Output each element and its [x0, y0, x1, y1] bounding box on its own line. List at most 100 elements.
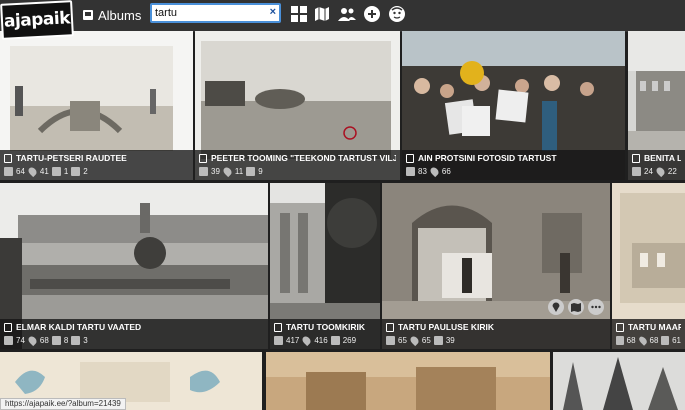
search-box: ×: [150, 3, 281, 23]
albums-dropdown-button[interactable]: Albums ▼: [82, 4, 159, 26]
search-input[interactable]: [155, 5, 263, 21]
location-pin-icon: [637, 335, 648, 346]
album-title: TARTU TOOMKIRIK: [286, 322, 366, 332]
albums-count: 8: [63, 336, 69, 345]
map-icon: [571, 303, 581, 312]
rephotos-icon: [661, 336, 670, 345]
albums-icon: [51, 167, 61, 176]
photos-icon: [199, 167, 208, 176]
album-tile-peeter-tooming[interactable]: PEETER TOOMING "TEEKOND TARTUST VILJAN… …: [195, 31, 400, 180]
users-icon: [338, 8, 356, 21]
avatar-icon: [389, 6, 405, 22]
users-button[interactable]: [338, 5, 356, 23]
album-photo: [266, 352, 550, 410]
album-icon: [616, 322, 624, 332]
top-navigation-bar: Albums ▼ ×: [0, 0, 685, 32]
album-icon: [4, 153, 12, 163]
locations-count: 416: [314, 336, 328, 345]
photos-icon: [274, 336, 283, 345]
album-title: BENITA LA…: [644, 153, 681, 163]
album-tile-sepia-town[interactable]: [266, 352, 550, 410]
geotag-button[interactable]: [548, 299, 564, 315]
photos-count: 65: [398, 336, 407, 345]
album-icon: [406, 153, 414, 163]
album-tile-bw-trees[interactable]: [553, 352, 685, 410]
photos-count: 39: [211, 167, 220, 176]
photos-icon: [4, 336, 13, 345]
album-caption: BENITA LA… 24 22: [628, 150, 685, 180]
rephotos-count: 2: [83, 167, 88, 176]
rephotos-icon: [71, 167, 81, 176]
album-tile-tartu-petseri[interactable]: TARTU-PETSERI RAUDTEE 64 41 1 2: [0, 31, 193, 180]
album-caption: TARTU MAARJA… 68 68 61: [612, 319, 685, 349]
grid-view-button[interactable]: [290, 5, 308, 23]
album-icon: [274, 322, 282, 332]
locations-count: 11: [234, 167, 244, 176]
album-icon: [4, 322, 12, 332]
rephotos-icon: [433, 336, 443, 345]
album-caption: TARTU-PETSERI RAUDTEE 64 41 1 2: [0, 150, 193, 180]
profile-button[interactable]: [388, 5, 406, 23]
album-title: TARTU MAARJA…: [628, 322, 681, 332]
album-tile-benita[interactable]: BENITA LA… 24 22: [628, 31, 685, 180]
location-pin-icon: [552, 302, 560, 312]
location-pin-icon: [301, 334, 313, 347]
photos-count: 417: [286, 336, 300, 345]
albums-count: 1: [63, 167, 69, 176]
photos-icon: [632, 167, 641, 176]
rephotos-count: 3: [83, 336, 88, 345]
album-title: PEETER TOOMING "TEEKOND TARTUST VILJAN…: [211, 153, 396, 163]
album-photo: [553, 352, 685, 410]
album-caption: ELMAR KALDI TARTU VAATED 74 68 8 3: [0, 319, 268, 349]
locations-count: 66: [441, 167, 451, 176]
rephotos-icon: [246, 167, 256, 176]
album-caption: TARTU TOOMKIRIK 417 416 269: [270, 319, 380, 349]
album-tile-elmar-kaldi[interactable]: ELMAR KALDI TARTU VAATED 74 68 8 3: [0, 183, 268, 349]
photos-icon: [616, 336, 624, 345]
album-title: TARTU-PETSERI RAUDTEE: [16, 153, 127, 163]
photos-icon: [4, 167, 13, 176]
ajapaik-logo[interactable]: ajapaik: [0, 0, 74, 40]
photos-icon: [406, 167, 415, 176]
photos-count: 24: [644, 167, 653, 176]
album-icon: [632, 153, 640, 163]
locations-count: 68: [649, 336, 659, 345]
album-icon: [386, 322, 394, 332]
map-button[interactable]: [568, 299, 584, 315]
locations-count: 65: [421, 336, 431, 345]
album-icon: [199, 153, 207, 163]
more-icon: [591, 305, 601, 309]
grid-icon: [291, 6, 307, 22]
album-title: AIN PROTSINI FOTOSID TARTUST: [418, 153, 557, 163]
map-view-button[interactable]: [313, 5, 331, 23]
more-options-button[interactable]: [588, 299, 604, 315]
locations-count: 41: [39, 167, 49, 176]
clear-search-icon[interactable]: ×: [270, 6, 276, 18]
location-pin-icon: [428, 165, 441, 178]
photos-icon: [386, 336, 395, 345]
rephotos-icon: [71, 336, 81, 345]
status-bar-url: https://ajapaik.ee/?album=21439: [0, 398, 126, 410]
rephotos-count: 39: [445, 336, 455, 345]
photos-count: 68: [626, 336, 636, 345]
album-tile-ain-protsin[interactable]: AIN PROTSINI FOTOSID TARTUST 83 66: [402, 31, 625, 180]
tile-action-buttons: [548, 299, 604, 315]
album-tile-tartu-pauluse[interactable]: TARTU PAULUSE KIRIK 65 65 39: [382, 183, 610, 349]
location-pin-icon: [408, 334, 421, 347]
locations-count: 22: [667, 167, 677, 176]
photos-count: 83: [418, 167, 427, 176]
photos-count: 74: [16, 336, 25, 345]
album-title: TARTU PAULUSE KIRIK: [398, 322, 495, 332]
location-pin-icon: [26, 165, 39, 178]
album-icon: [83, 10, 93, 20]
rephotos-count: 269: [342, 336, 357, 345]
album-tile-tartu-toomkirik[interactable]: TARTU TOOMKIRIK 417 416 269: [270, 183, 380, 349]
albums-icon: [51, 336, 61, 345]
add-button[interactable]: [363, 5, 381, 23]
album-caption: PEETER TOOMING "TEEKOND TARTUST VILJAN… …: [195, 150, 400, 180]
map-icon: [315, 7, 329, 21]
album-tile-tartu-maarja[interactable]: TARTU MAARJA… 68 68 61: [612, 183, 685, 349]
location-pin-icon: [221, 165, 234, 178]
rephotos-count: 61: [672, 336, 681, 345]
album-caption: AIN PROTSINI FOTOSID TARTUST 83 66: [402, 150, 625, 180]
